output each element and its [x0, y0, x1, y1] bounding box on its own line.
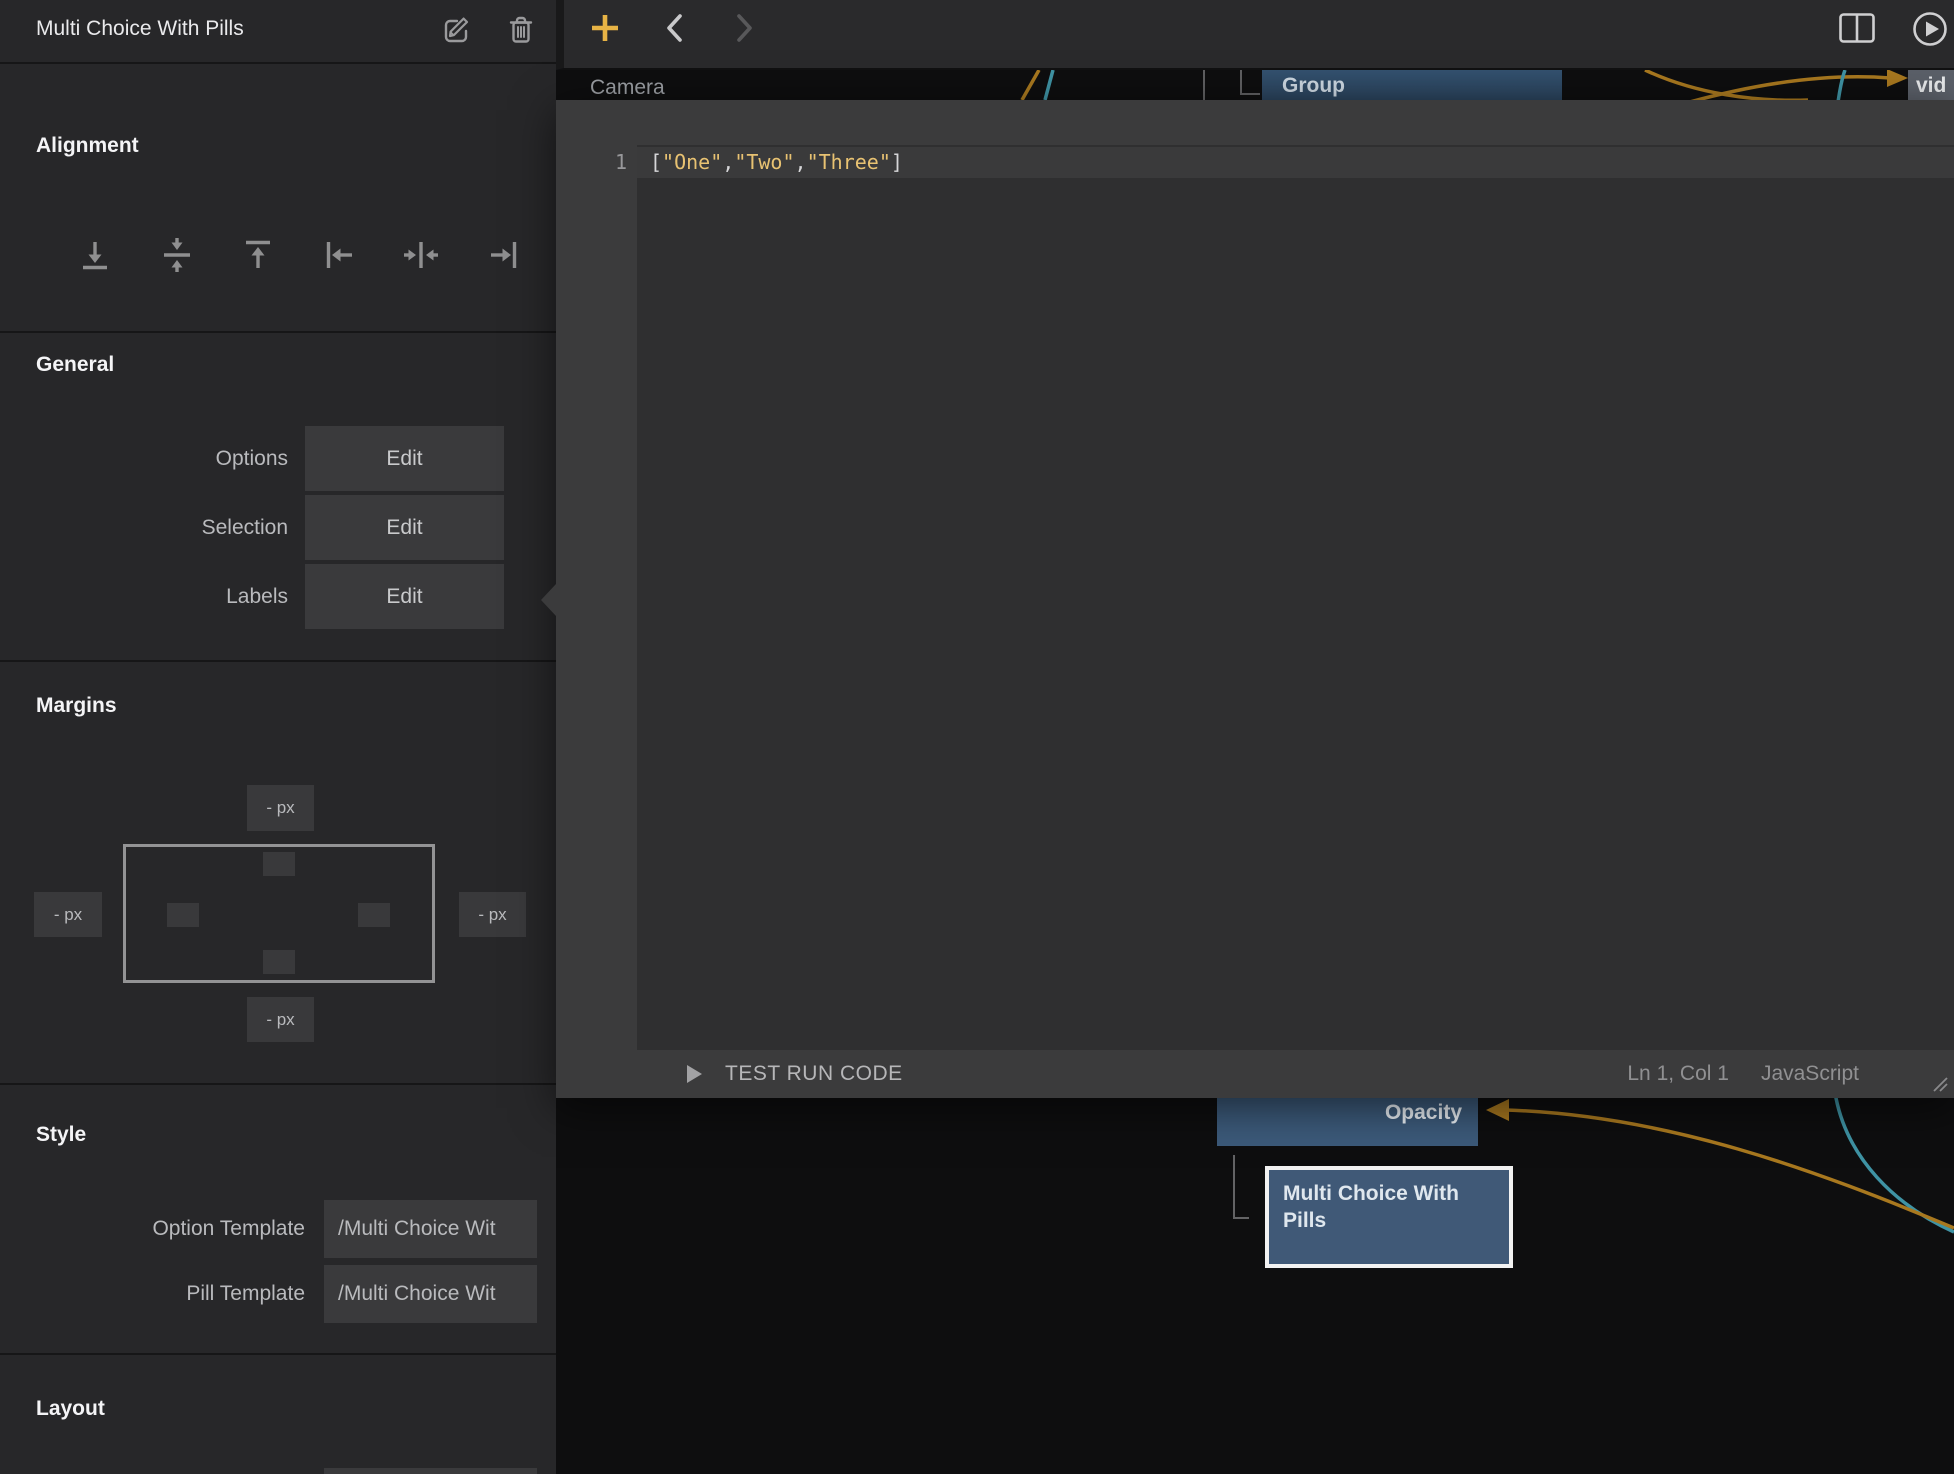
general-heading: General	[36, 353, 114, 377]
option-template-row: Option Template /Multi Choice Wit	[0, 1200, 537, 1258]
token-comma: ,	[722, 150, 734, 174]
trash-icon[interactable]	[504, 13, 538, 47]
multi-choice-with-pills-node[interactable]: Multi Choice With Pills	[1265, 1166, 1513, 1268]
code-editor-surface[interactable]	[637, 145, 1954, 1050]
alignment-toolbar	[78, 238, 520, 272]
labels-edit-button[interactable]: Edit	[305, 564, 504, 629]
align-vertical-center-icon[interactable]	[160, 238, 194, 272]
labels-label: Labels	[0, 585, 288, 609]
token-string-three: "Three"	[807, 150, 891, 174]
labels-row: Labels Edit	[0, 564, 504, 629]
patch-toolbar	[556, 0, 1954, 70]
margin-bottom-field[interactable]: - px	[247, 997, 314, 1042]
margins-heading: Margins	[36, 694, 117, 718]
arrowhead-vid	[1887, 70, 1908, 87]
general-section: General Options Edit Selection Edit Labe…	[0, 333, 556, 662]
option-template-label: Option Template	[0, 1217, 305, 1241]
token-string-one: "One"	[662, 150, 722, 174]
align-right-icon[interactable]	[486, 238, 520, 272]
test-run-play-icon[interactable]	[686, 1064, 703, 1084]
align-top-icon[interactable]	[241, 238, 275, 272]
margin-top-field[interactable]: - px	[247, 785, 314, 831]
edit-icon[interactable]	[440, 13, 474, 47]
code-line-1[interactable]: ["One","Two","Three"]	[650, 147, 903, 178]
margin-handle-bottom[interactable]	[263, 950, 295, 974]
current-line-highlight[interactable]: ["One","Two","Three"]	[637, 147, 1954, 178]
run-icon[interactable]	[1912, 11, 1948, 47]
code-editor-popover: 1 ["One","Two","Three"] TEST RUN CODE Ln…	[556, 100, 1954, 1098]
editor-region: Camera Group vid Opacity Multi Choice Wi…	[556, 0, 1954, 1474]
layout-field-partial[interactable]	[324, 1468, 537, 1474]
alignment-section: Alignment	[0, 64, 556, 333]
sidebar-header: Multi Choice With Pills	[0, 0, 556, 64]
token-bracket-open: [	[650, 150, 662, 174]
options-row: Options Edit	[0, 426, 504, 491]
resize-grip[interactable]	[1931, 1075, 1949, 1093]
pill-template-label: Pill Template	[0, 1282, 305, 1306]
margin-handle-top[interactable]	[263, 852, 295, 876]
options-edit-button[interactable]: Edit	[305, 426, 504, 491]
token-bracket-close: ]	[891, 150, 903, 174]
wire-orange-to-opacity	[1506, 1110, 1954, 1228]
pill-template-field[interactable]: /Multi Choice Wit	[324, 1265, 537, 1323]
plus-icon[interactable]	[590, 13, 620, 43]
chevron-left-icon[interactable]	[665, 14, 683, 42]
margin-handle-right[interactable]	[358, 903, 390, 927]
wire-orange-stub	[1022, 70, 1039, 100]
arrowhead-opacity	[1486, 1099, 1509, 1121]
margin-left-field[interactable]: - px	[34, 892, 102, 937]
pill-template-row: Pill Template /Multi Choice Wit	[0, 1265, 537, 1323]
token-comma-2: ,	[795, 150, 807, 174]
chevron-right-icon[interactable]	[736, 14, 754, 42]
alignment-heading: Alignment	[36, 134, 139, 158]
style-section: Style Option Template /Multi Choice Wit …	[0, 1085, 556, 1355]
align-bottom-icon[interactable]	[78, 238, 112, 272]
option-template-field[interactable]: /Multi Choice Wit	[324, 1200, 537, 1258]
style-heading: Style	[36, 1123, 86, 1147]
wire-teal-stub	[1045, 70, 1053, 100]
align-left-icon[interactable]	[323, 238, 357, 272]
margins-section: Margins - px - px - px - px	[0, 662, 556, 1085]
wire-orange-cross	[1645, 70, 1808, 100]
test-run-code-button[interactable]: TEST RUN CODE	[725, 1062, 903, 1086]
inspector-sidebar: Multi Choice With Pills Alignment	[0, 0, 556, 1474]
line-number: 1	[601, 147, 627, 178]
app-window: Multi Choice With Pills Alignment	[0, 0, 1954, 1474]
wire-orange-to-vid	[1690, 77, 1890, 102]
options-label: Options	[0, 447, 288, 471]
status-right: Ln 1, Col 1 JavaScript	[1627, 1062, 1859, 1086]
selection-edit-button[interactable]: Edit	[305, 495, 504, 560]
selection-row: Selection Edit	[0, 495, 504, 560]
align-horizontal-center-icon[interactable]	[404, 238, 438, 272]
token-string-two: "Two"	[734, 150, 794, 174]
editor-status-bar: TEST RUN CODE Ln 1, Col 1 JavaScript	[556, 1050, 1954, 1098]
patch-title: Multi Choice With Pills	[36, 17, 244, 41]
language-indicator: JavaScript	[1761, 1062, 1859, 1086]
margin-right-field[interactable]: - px	[459, 892, 526, 937]
cursor-position: Ln 1, Col 1	[1627, 1062, 1729, 1086]
layout-section: Layout	[0, 1355, 556, 1474]
margin-handle-left[interactable]	[167, 903, 199, 927]
split-view-icon[interactable]	[1839, 13, 1875, 43]
layout-heading: Layout	[36, 1397, 105, 1421]
selection-label: Selection	[0, 516, 288, 540]
